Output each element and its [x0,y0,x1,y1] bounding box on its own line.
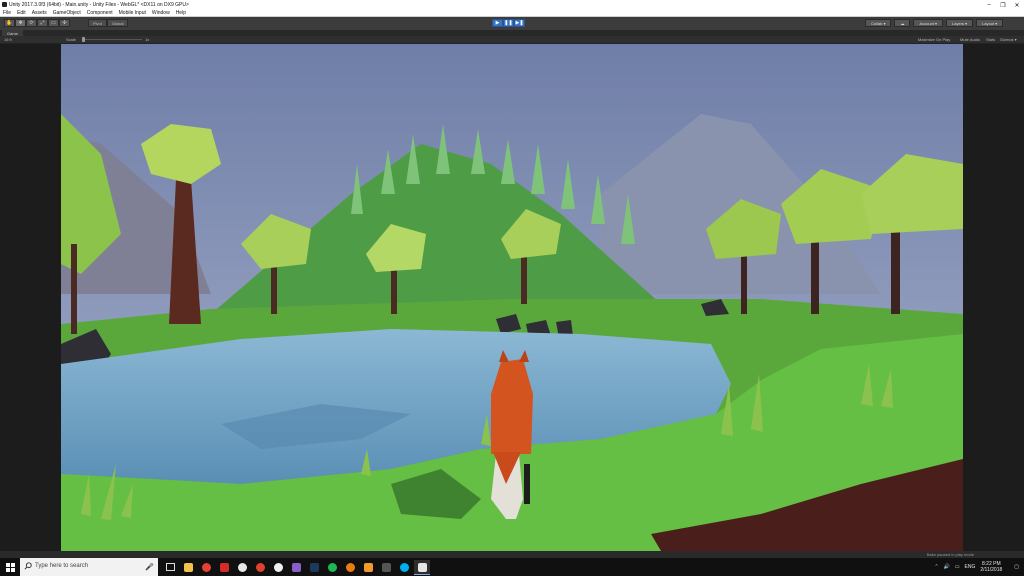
mute-audio-toggle[interactable]: Mute Audio [960,37,980,42]
minimize-button[interactable]: – [982,0,996,10]
tray-chevron-up-icon[interactable]: ⌃ [934,564,938,570]
viewport-letterbox-right [963,44,1024,551]
game-view-controls: 16:9 Scale 1x Maximize On Play Mute Audi… [0,36,1024,44]
red-app-icon [219,562,229,572]
blender-icon [345,562,355,572]
search-icon [24,562,32,570]
menu-file[interactable]: File [3,10,11,16]
menu-component[interactable]: Component [87,10,113,16]
taskbar-clock[interactable]: 8:22 PM 2/11/2018 [980,561,1002,573]
taskbar-unity[interactable] [414,560,430,575]
aspect-dropdown[interactable]: 16:9 [4,37,12,42]
vivaldi-icon [255,562,265,572]
file-explorer-icon [183,562,193,572]
move-tool-icon[interactable]: ✥ [15,19,26,27]
status-bar: Bake paused in play mode [0,551,1024,558]
collab-dropdown[interactable]: Collab ▾ [865,19,892,27]
taskbar-apps [162,560,432,575]
taskbar-skype[interactable] [396,560,412,575]
scale-tool-icon[interactable]: ⤢ [37,19,48,27]
taskbar-file-explorer[interactable] [180,560,196,575]
system-tray: ⌃ 🔊 ▭ ENG 8:22 PM 2/11/2018 ▢ [934,558,1024,576]
gizmos-dropdown[interactable]: Gizmos ▾ [1000,37,1017,42]
menu-assets[interactable]: Assets [32,10,47,16]
layers-dropdown[interactable]: Layers ▾ [946,19,974,27]
paint-icon [291,562,301,572]
task-view-icon [165,563,175,571]
stats-toggle[interactable]: Stats [986,37,995,42]
spotify-icon [327,562,337,572]
windows-taskbar: Type here to search 🎤 ⌃ 🔊 ▭ ENG 8:22 PM … [0,558,1024,576]
transform-tool-icon[interactable]: ✣ [59,19,70,27]
account-dropdown[interactable]: Account ▾ [913,19,944,27]
network-icon[interactable]: ▭ [955,564,960,570]
task-view-button[interactable] [162,560,178,575]
viewport-letterbox-left [0,44,61,551]
hand-tool-icon[interactable]: ✋ [4,19,15,27]
dark-app-icon [381,562,391,572]
space-toggle[interactable]: Global [106,19,129,27]
sublime-icon [363,562,373,572]
start-button[interactable] [0,558,20,576]
photoshop-icon [309,562,319,572]
volume-icon[interactable]: 🔊 [944,564,950,570]
title-bar: Unity 2017.3.0f3 (64bit) - Main.unity - … [0,0,1024,10]
taskbar-app-dark[interactable] [378,560,394,575]
chrome-icon [201,562,211,572]
rotate-tool-icon[interactable]: ⟳ [26,19,37,27]
windows-logo-icon [5,562,15,572]
menu-edit[interactable]: Edit [17,10,26,16]
cloud-icon[interactable]: ☁ [894,19,911,27]
pivot-toggle[interactable]: Pivot [88,19,107,27]
unity-logo-icon [2,2,7,7]
taskbar-paint[interactable] [288,560,304,575]
taskbar-sublime[interactable] [360,560,376,575]
status-message: Bake paused in play mode [926,552,974,557]
maximize-button[interactable]: ❐ [996,0,1010,10]
skype-icon [399,562,409,572]
taskbar-photoshop[interactable] [306,560,322,575]
scale-label: Scale [66,37,77,42]
maximize-on-play-toggle[interactable]: Maximize On Play [918,37,950,42]
game-scene [61,44,963,551]
pause-button[interactable]: ❚❚ [503,19,514,27]
scale-value: 1x [145,37,150,42]
menu-bar: File Edit Assets GameObject Component Mo… [0,10,1024,17]
taskbar-app-red[interactable] [216,560,232,575]
clock-date: 2/11/2018 [980,567,1003,573]
search-placeholder: Type here to search [35,563,89,569]
menu-window[interactable]: Window [152,10,170,16]
fox-character [491,350,533,519]
unity-icon [417,562,427,572]
taskbar-github[interactable] [270,560,286,575]
white-app-icon [237,562,247,572]
taskbar-search-box[interactable]: Type here to search 🎤 [20,558,158,576]
taskbar-blender[interactable] [342,560,358,575]
microphone-icon[interactable]: 🎤 [145,563,154,571]
toolbar: ✋ ✥ ⟳ ⤢ ▭ ✣ Pivot Global ▶ ❚❚ ▶❚ Collab … [0,17,1024,31]
rect-tool-icon[interactable]: ▭ [48,19,59,27]
play-button[interactable]: ▶ [492,19,503,27]
scale-slider-track[interactable] [82,39,142,40]
github-icon [273,562,283,572]
step-button[interactable]: ▶❚ [514,19,525,27]
game-viewport[interactable] [61,44,963,551]
scale-slider-handle[interactable] [82,37,85,42]
layout-dropdown[interactable]: Layout ▾ [976,19,1004,27]
window-title: Unity 2017.3.0f3 (64bit) - Main.unity - … [9,2,189,8]
menu-mobile-input[interactable]: Mobile Input [119,10,146,16]
close-button[interactable]: ✕ [1010,0,1024,10]
taskbar-app-white[interactable] [234,560,250,575]
language-indicator[interactable]: ENG [965,564,976,570]
taskbar-spotify[interactable] [324,560,340,575]
menu-help[interactable]: Help [176,10,186,16]
taskbar-chrome[interactable] [198,560,214,575]
taskbar-vivaldi[interactable] [252,560,268,575]
menu-gameobject[interactable]: GameObject [53,10,81,16]
notifications-icon[interactable]: ▢ [1014,564,1019,570]
